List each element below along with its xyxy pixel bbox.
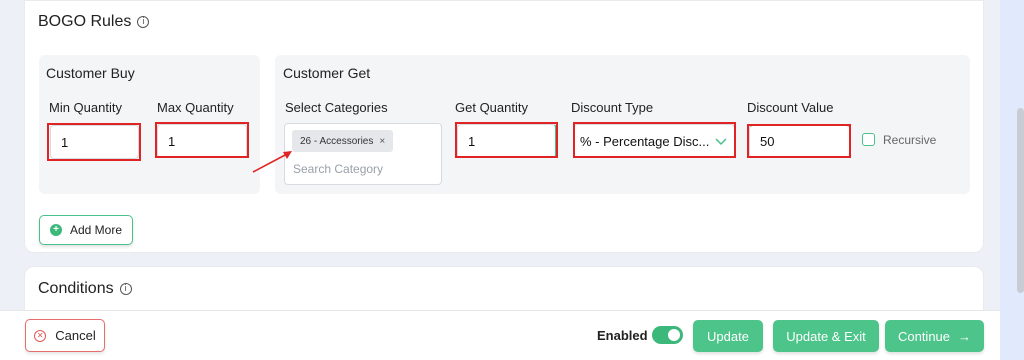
plus-circle-icon: + [49,224,62,236]
continue-button[interactable]: Continue → [885,320,984,352]
conditions-title: Conditions i [38,280,132,298]
toggle-knob [668,329,680,341]
continue-label: Continue [897,328,951,344]
update-exit-button[interactable]: Update & Exit [773,320,879,352]
arrow-right-icon: → [958,328,972,344]
enabled-label: Enabled [597,328,648,343]
update-button[interactable]: Update [693,320,763,352]
conditions-title-text: Conditions [38,280,114,297]
update-exit-label: Update & Exit [786,328,866,344]
update-label: Update [707,328,749,344]
close-circle-icon: ✕ [34,329,47,342]
add-more-button[interactable]: + Add More [39,215,133,245]
cancel-label: Cancel [55,328,96,343]
enabled-toggle[interactable] [652,326,683,344]
cancel-button[interactable]: ✕ Cancel [25,319,105,352]
info-icon[interactable]: i [119,283,132,295]
add-more-label: Add More [69,223,123,237]
